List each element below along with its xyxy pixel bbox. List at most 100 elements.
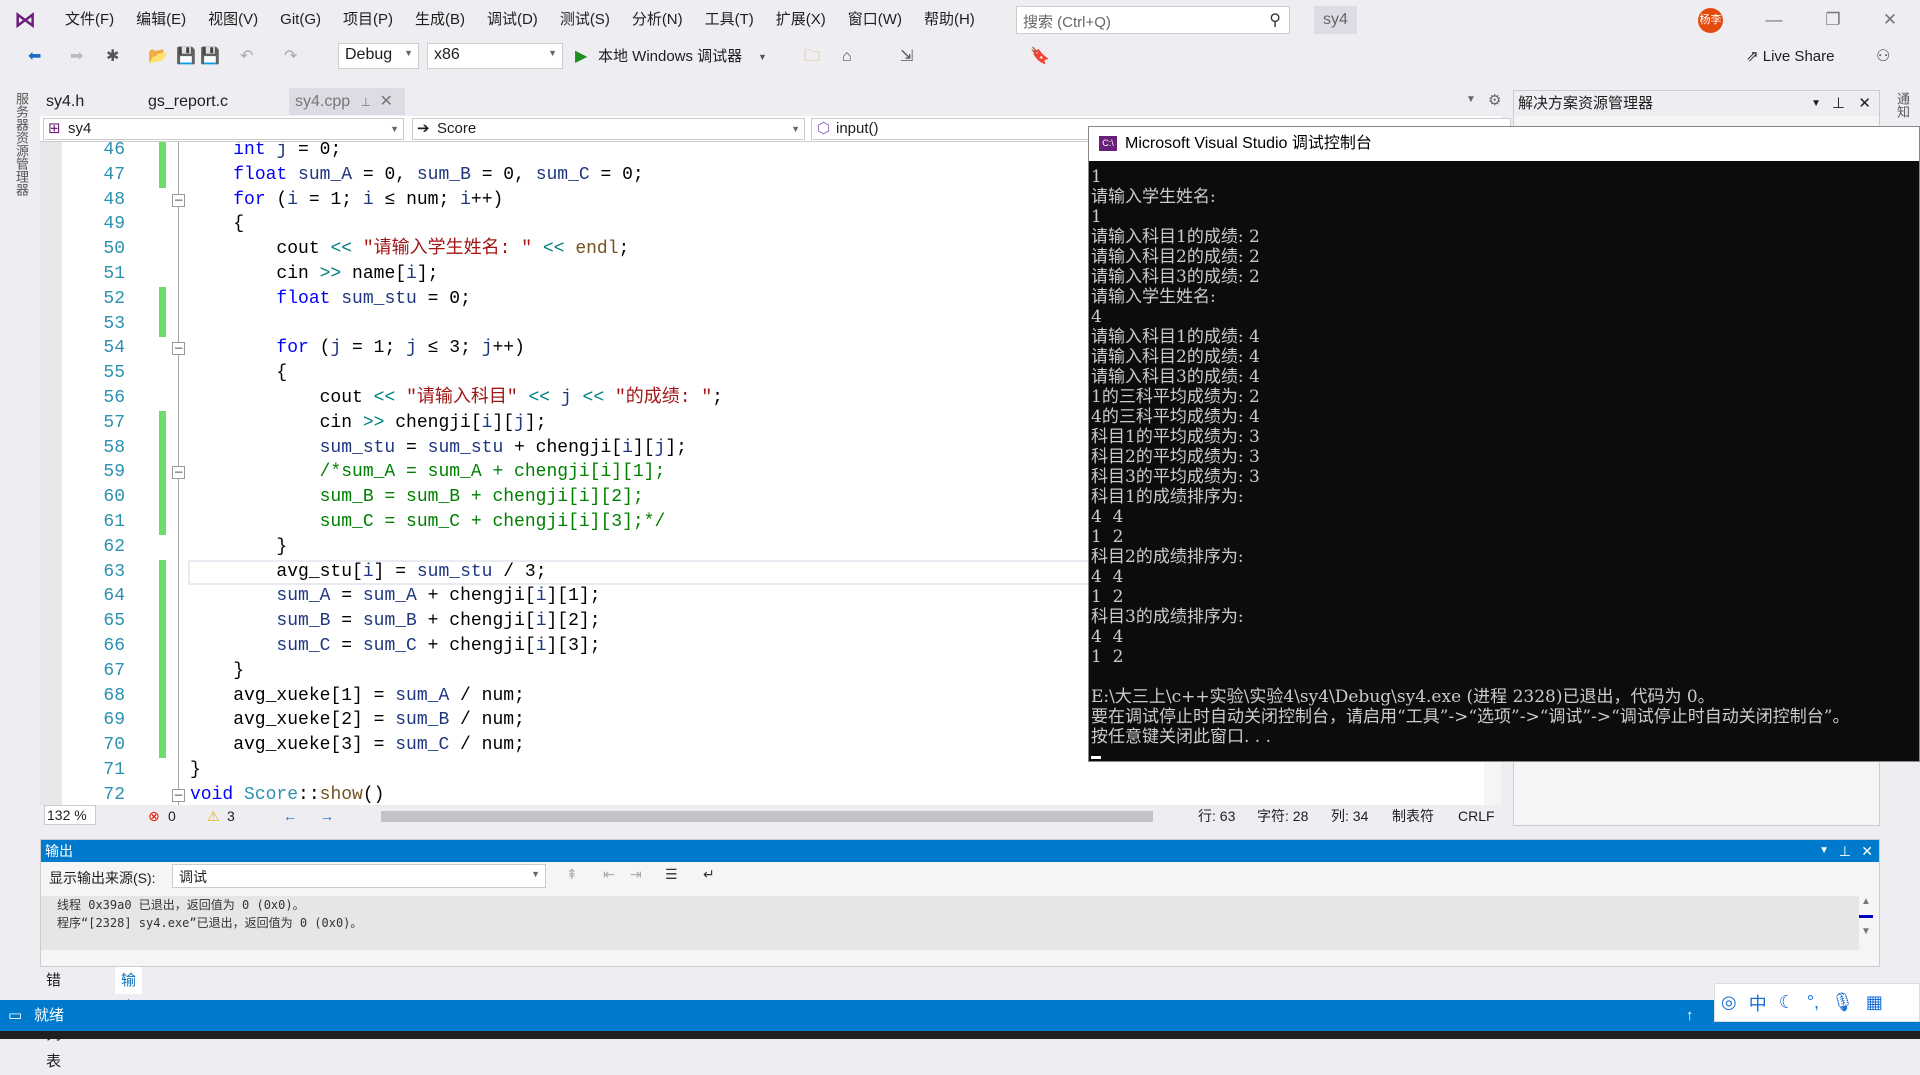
notifications-tab[interactable]: 通知 — [1893, 92, 1912, 118]
previous-message-icon[interactable]: ⇤ — [603, 866, 615, 883]
save-icon[interactable]: 💾 — [176, 45, 196, 69]
error-icon[interactable]: ⊗ — [148, 805, 160, 827]
close-tab-icon[interactable]: ✕ — [380, 93, 393, 110]
ime-toolbar: ◎ 中 ☾ °, 🎙 ▦ — [1714, 983, 1920, 1022]
clear-all-icon[interactable]: ☰ — [665, 866, 678, 883]
ime-logo-icon[interactable]: ◎ — [1721, 992, 1737, 1013]
ime-voice-icon[interactable]: 🎙 — [1831, 992, 1854, 1013]
run-debugger-button[interactable]: 本地 Windows 调试器 — [598, 45, 742, 69]
zoom-dropdown[interactable]: 132 % — [44, 805, 96, 825]
avatar[interactable]: 杨李 — [1698, 8, 1723, 33]
collapse-icon[interactable]: − — [172, 193, 185, 207]
close-icon[interactable]: ✕ — [1861, 840, 1873, 862]
menu-test[interactable]: 测试(S) — [549, 10, 621, 30]
project-value: sy4 — [68, 120, 92, 137]
menu-analyze[interactable]: 分析(N) — [621, 10, 694, 30]
close-icon[interactable]: ✕ — [1875, 8, 1905, 32]
menu-debug[interactable]: 调试(D) — [476, 10, 549, 30]
tabs-indicator[interactable]: 制表符 — [1392, 805, 1434, 827]
solution-home-icon[interactable]: ⌂ — [842, 45, 852, 69]
next-message-icon[interactable]: ⇥ — [630, 866, 642, 883]
ime-menu-icon[interactable]: ▦ — [1866, 992, 1883, 1013]
chevron-down-icon[interactable]: ▼ — [1811, 91, 1821, 116]
tab-output[interactable]: 输出 — [115, 967, 143, 1016]
open-file-icon[interactable]: 📂 — [148, 45, 168, 69]
code-token: / num; — [449, 735, 525, 756]
project-dropdown[interactable]: ⊞ sy4 ▼ — [43, 118, 404, 140]
menu-extensions[interactable]: 扩展(X) — [765, 10, 837, 30]
undo-icon[interactable]: ↶ — [240, 45, 253, 69]
tab-error-list[interactable]: 错误列表 — [40, 967, 67, 1070]
feedback-icon[interactable]: ⚇ — [1876, 45, 1890, 69]
back-icon[interactable]: ⬅ — [28, 45, 41, 69]
scope-dropdown[interactable]: ➔ Score ▼ — [412, 118, 805, 140]
code-token: "的成绩: " — [614, 388, 713, 408]
find-in-files-icon[interactable]: 🗀 — [804, 45, 820, 69]
menu-window[interactable]: 窗口(W) — [837, 10, 913, 30]
debug-console-window[interactable]: C:\ Microsoft Visual Studio 调试控制台 1 请输入学生… — [1088, 126, 1920, 762]
pin-icon[interactable]: ⊥ — [1832, 91, 1845, 116]
code-line[interactable]: 72 − void Score::show() — [40, 783, 1480, 805]
platform-dropdown[interactable]: x86 ▼ — [427, 43, 563, 69]
step-icon[interactable]: ⇲ — [900, 45, 913, 69]
minimize-icon[interactable]: — — [1759, 8, 1789, 32]
code-token: / 3; — [492, 561, 547, 582]
ime-halfwidth-icon[interactable]: ☾ — [1779, 992, 1795, 1013]
bookmark-icon[interactable]: 🔖 — [1030, 45, 1050, 69]
change-indicator — [159, 559, 166, 585]
code-token: = — [395, 437, 428, 458]
chevron-down-icon[interactable]: ▼ — [1819, 840, 1829, 862]
collapse-icon[interactable]: − — [172, 788, 185, 802]
tab-sy4-cpp[interactable]: sy4.cpp ⊥ ✕ — [289, 88, 405, 115]
menu-edit[interactable]: 编辑(E) — [125, 10, 197, 30]
menu-git[interactable]: Git(G) — [269, 10, 332, 30]
warning-count[interactable]: 3 — [227, 805, 235, 827]
console-line: 1 — [1091, 207, 1102, 227]
redo-icon[interactable]: ↷ — [284, 45, 297, 69]
configuration-dropdown[interactable]: Debug ▼ — [338, 43, 419, 69]
word-wrap-icon[interactable]: ↵ — [703, 866, 715, 883]
new-project-icon[interactable]: ✱ — [106, 45, 119, 69]
menu-file[interactable]: 文件(F) — [54, 10, 125, 30]
gear-icon[interactable]: ⚙ — [1488, 91, 1501, 109]
menu-tools[interactable]: 工具(T) — [694, 10, 765, 30]
collapse-icon[interactable]: − — [172, 342, 185, 356]
menu-project[interactable]: 项目(P) — [332, 10, 404, 30]
line-ending-indicator[interactable]: CRLF — [1458, 805, 1495, 827]
menu-build[interactable]: 生成(B) — [404, 10, 476, 30]
pin-icon[interactable]: ⊥ — [361, 95, 371, 109]
find-message-icon[interactable]: ⇞ — [566, 866, 578, 883]
close-icon[interactable]: ✕ — [1858, 91, 1871, 116]
menu-help[interactable]: 帮助(H) — [913, 10, 986, 30]
previous-issue-icon[interactable]: ← — [283, 805, 297, 827]
restore-icon[interactable]: ❐ — [1818, 8, 1848, 32]
next-issue-icon[interactable]: → — [320, 805, 334, 827]
code-token: + chengji[ — [416, 636, 536, 656]
server-explorer-tab[interactable]: 服务器资源管理器 — [12, 92, 31, 196]
warning-icon[interactable]: ⚠ — [207, 805, 220, 827]
error-count[interactable]: 0 — [168, 805, 176, 827]
collapse-icon[interactable]: − — [172, 466, 185, 480]
forward-icon[interactable]: ➡ — [70, 45, 83, 69]
ime-chinese-mode-icon[interactable]: 中 — [1749, 990, 1767, 1016]
pin-icon[interactable]: ⊥ — [1839, 840, 1851, 862]
code-token: + chengji[ — [503, 437, 623, 458]
search-input[interactable]: 搜索 (Ctrl+Q) ⚲ — [1016, 6, 1290, 34]
output-scrollbar[interactable]: ▲ ▼ — [1859, 896, 1873, 950]
publish-icon[interactable]: ↑ — [1686, 1000, 1694, 1031]
play-icon[interactable]: ▶ — [575, 45, 587, 69]
menu-view[interactable]: 视图(V) — [197, 10, 269, 30]
tab-list-dropdown-icon[interactable]: ▼ — [1466, 94, 1476, 105]
output-source-dropdown[interactable]: 调试 ▼ — [172, 864, 546, 888]
console-title-bar[interactable]: C:\ Microsoft Visual Studio 调试控制台 — [1089, 127, 1919, 161]
output-text[interactable]: 线程 0x39a0 已退出，返回值为 0 (0x0)。 程序“[2328] sy… — [41, 896, 1859, 950]
ime-punctuation-icon[interactable]: °, — [1807, 992, 1819, 1013]
tab-gs-report-c[interactable]: gs_report.c — [142, 88, 234, 115]
chevron-down-icon[interactable]: ▼ — [758, 45, 767, 69]
live-share-button[interactable]: ⇗ Live Share — [1746, 45, 1834, 69]
horizontal-scrollbar[interactable] — [371, 811, 1163, 822]
save-all-icon[interactable]: 💾 — [200, 45, 220, 69]
tab-sy4-h[interactable]: sy4.h ⊥ — [40, 88, 90, 136]
